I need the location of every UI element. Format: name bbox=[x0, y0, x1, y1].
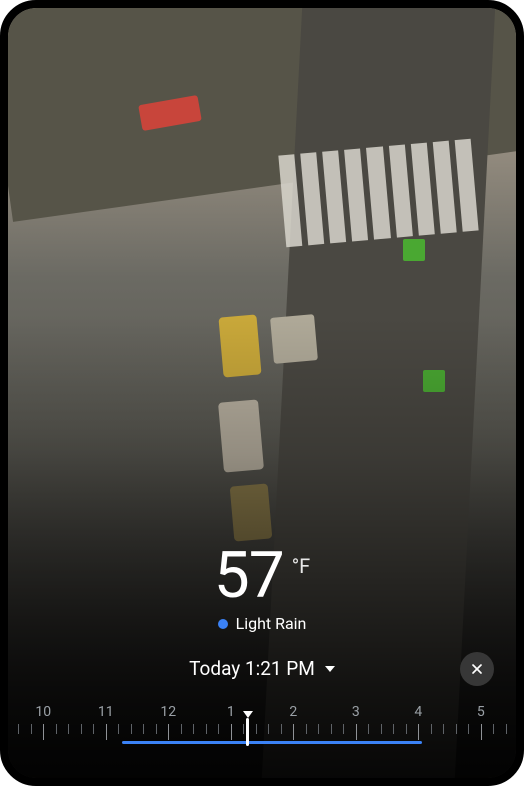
temperature-display: 57 °F bbox=[8, 544, 516, 608]
device-frame: 57 °F Light Rain Today 1:21 PM bbox=[0, 0, 524, 786]
hour-label: 5 bbox=[450, 704, 513, 720]
datetime-selector-row: Today 1:21 PM bbox=[8, 657, 516, 680]
temperature-unit: °F bbox=[292, 554, 311, 578]
hour-label: 11 bbox=[75, 704, 138, 720]
hour-label: 12 bbox=[137, 704, 200, 720]
timeline-range-indicator bbox=[122, 741, 422, 744]
hour-label: 10 bbox=[12, 704, 75, 720]
datetime-label: Today 1:21 PM bbox=[189, 657, 315, 680]
timeline-track[interactable] bbox=[12, 722, 512, 750]
timeline-hour-labels: 10 11 12 1 2 3 4 5 bbox=[12, 704, 512, 720]
condition-label: Light Rain bbox=[236, 614, 307, 633]
hour-label: 4 bbox=[387, 704, 450, 720]
timeline-ticks bbox=[12, 722, 512, 750]
timeline-playhead[interactable] bbox=[246, 718, 249, 746]
screen: 57 °F Light Rain Today 1:21 PM bbox=[8, 8, 516, 778]
chevron-down-icon bbox=[325, 666, 335, 672]
datetime-dropdown[interactable]: Today 1:21 PM bbox=[189, 657, 335, 680]
weather-condition: Light Rain bbox=[8, 614, 516, 633]
hour-label: 1 bbox=[200, 704, 263, 720]
temperature-value: 57 bbox=[214, 544, 284, 608]
time-slider[interactable]: 10 11 12 1 2 3 4 5 bbox=[8, 704, 516, 766]
condition-dot-icon bbox=[218, 619, 228, 629]
hour-label: 3 bbox=[325, 704, 388, 720]
close-icon bbox=[469, 661, 485, 677]
close-button[interactable] bbox=[460, 652, 494, 686]
weather-panel: 57 °F Light Rain Today 1:21 PM bbox=[8, 544, 516, 778]
hour-label: 2 bbox=[262, 704, 325, 720]
